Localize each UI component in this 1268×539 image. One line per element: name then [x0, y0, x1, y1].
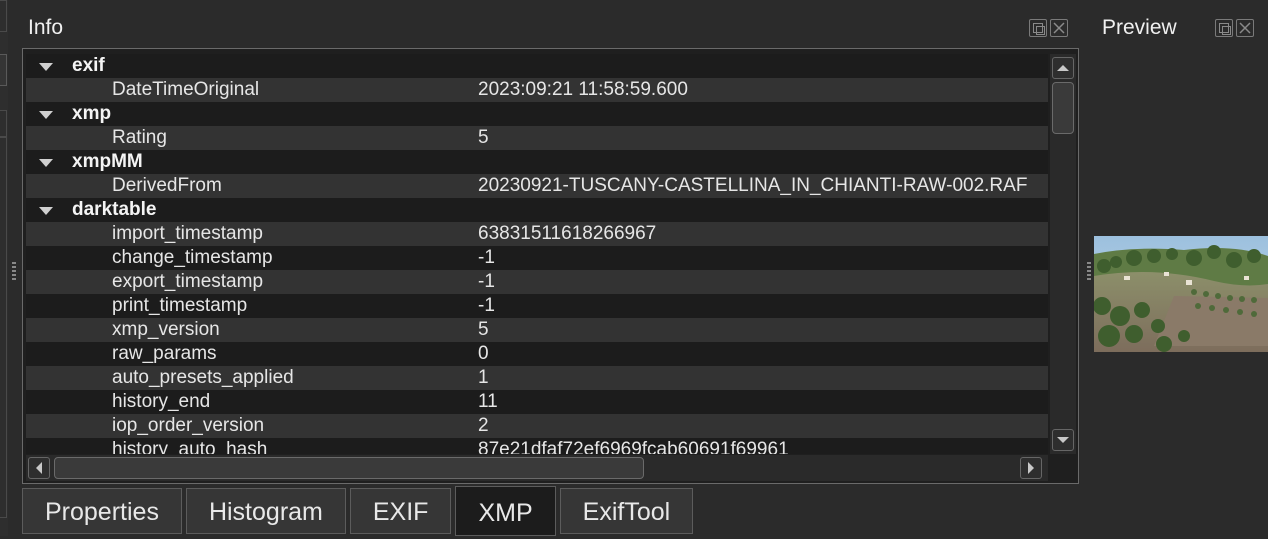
tree-group-row[interactable]: xmp	[26, 102, 1048, 126]
resize-grip-icon[interactable]	[12, 262, 16, 282]
item-value: 1	[478, 367, 489, 388]
item-key: change_timestamp	[112, 247, 273, 268]
tab-exif[interactable]: EXIF	[349, 488, 452, 534]
item-key: DerivedFrom	[112, 175, 222, 196]
close-panel-icon[interactable]	[1050, 19, 1068, 37]
item-value: -1	[478, 247, 495, 268]
item-value: 5	[478, 319, 489, 340]
item-key: print_timestamp	[112, 295, 248, 316]
item-key: Rating	[112, 127, 167, 148]
group-name: xmpMM	[72, 151, 143, 172]
tree-item-row[interactable]: DateTimeOriginal 2023:09:21 11:58:59.600	[26, 78, 1048, 102]
tree-item-row[interactable]: raw_params 0	[26, 342, 1048, 366]
item-value: 0	[478, 343, 489, 364]
tree-item-row[interactable]: xmp_version 5	[26, 318, 1048, 342]
group-name: exif	[72, 55, 105, 76]
float-panel-icon[interactable]	[1029, 19, 1047, 37]
item-value: 63831511618266967	[478, 223, 657, 244]
item-key: history_end	[112, 391, 211, 412]
resize-grip-icon[interactable]	[1087, 262, 1091, 282]
tree-item-row[interactable]: change_timestamp -1	[26, 246, 1048, 270]
tree-item-row[interactable]: Rating 5	[26, 126, 1048, 150]
expand-arrow-icon[interactable]	[39, 159, 53, 167]
tree-group-row[interactable]: exif	[26, 54, 1048, 78]
item-key: history_auto_hash	[112, 439, 268, 454]
info-dock-controls	[1029, 19, 1068, 37]
tree-item-row[interactable]: import_timestamp 63831511618266967	[26, 222, 1048, 246]
arrow-up-icon	[1057, 65, 1069, 71]
item-value: 5	[478, 127, 489, 148]
tree-item-row[interactable]: history_end 11	[26, 390, 1048, 414]
expand-arrow-icon[interactable]	[39, 111, 53, 119]
expand-arrow-icon[interactable]	[39, 63, 53, 71]
item-key: DateTimeOriginal	[112, 79, 260, 100]
item-value: 11	[478, 391, 498, 412]
metadata-tree[interactable]: exif DateTimeOriginal 2023:09:21 11:58:59.…	[22, 48, 1079, 484]
horizontal-scrollbar[interactable]	[26, 455, 1048, 481]
tab-histogram[interactable]: Histogram	[185, 488, 346, 534]
scroll-up-button[interactable]	[1052, 57, 1074, 79]
tree-item-row[interactable]: history_auto_hash 87e21dfaf72ef6969fcab60…	[26, 438, 1048, 454]
item-key: raw_params	[112, 343, 217, 364]
preview-image	[1094, 236, 1268, 352]
horizontal-scroll-thumb[interactable]	[54, 457, 644, 479]
float-panel-icon[interactable]	[1215, 19, 1233, 37]
left-dock-edge	[0, 0, 16, 536]
preview-dock-controls	[1215, 19, 1254, 37]
scroll-left-button[interactable]	[28, 457, 50, 479]
tab-properties[interactable]: Properties	[22, 488, 182, 534]
arrow-right-icon	[1028, 462, 1034, 474]
scroll-down-button[interactable]	[1052, 429, 1074, 451]
tree-group-row[interactable]: darktable	[26, 198, 1048, 222]
item-value: 20230921-TUSCANY-CASTELLINA_IN_CHIANTI-R…	[478, 175, 1028, 196]
metadata-tree-rows: exif DateTimeOriginal 2023:09:21 11:58:59.…	[26, 54, 1048, 454]
item-key: auto_presets_applied	[112, 367, 294, 388]
item-key: import_timestamp	[112, 223, 263, 244]
tree-item-row[interactable]: iop_order_version 2	[26, 414, 1048, 438]
item-value: -1	[478, 295, 495, 316]
arrow-left-icon	[36, 462, 42, 474]
left-dock-button[interactable]	[0, 54, 7, 86]
item-value: 87e21dfaf72ef6969fcab60691f69961	[478, 439, 789, 454]
info-tab-bar: Properties Histogram EXIF XMP ExifTool	[22, 486, 694, 536]
scroll-right-button[interactable]	[1020, 457, 1042, 479]
item-value: 2	[478, 415, 489, 436]
group-name: xmp	[72, 103, 112, 124]
vertical-scroll-thumb[interactable]	[1052, 82, 1074, 134]
item-value: -1	[478, 271, 495, 292]
tree-item-row[interactable]: print_timestamp -1	[26, 294, 1048, 318]
tree-group-row[interactable]: xmpMM	[26, 150, 1048, 174]
arrow-down-icon	[1057, 437, 1069, 443]
tab-exiftool[interactable]: ExifTool	[559, 488, 694, 534]
tree-item-row[interactable]: auto_presets_applied 1	[26, 366, 1048, 390]
tree-item-row[interactable]: export_timestamp -1	[26, 270, 1048, 294]
item-key: iop_order_version	[112, 415, 265, 436]
preview-panel-title: Preview	[1102, 16, 1177, 39]
expand-arrow-icon[interactable]	[39, 207, 53, 215]
tree-item-row[interactable]: DerivedFrom 20230921-TUSCANY-CASTELLINA_I…	[26, 174, 1048, 198]
group-name: darktable	[72, 199, 157, 220]
close-panel-icon[interactable]	[1236, 19, 1254, 37]
info-panel-title: Info	[28, 16, 64, 39]
vertical-scrollbar[interactable]	[1050, 54, 1076, 454]
item-key: xmp_version	[112, 319, 220, 340]
item-value: 2023:09:21 11:58:59.600	[478, 79, 688, 100]
item-key: export_timestamp	[112, 271, 264, 292]
tab-xmp[interactable]: XMP	[455, 486, 556, 536]
